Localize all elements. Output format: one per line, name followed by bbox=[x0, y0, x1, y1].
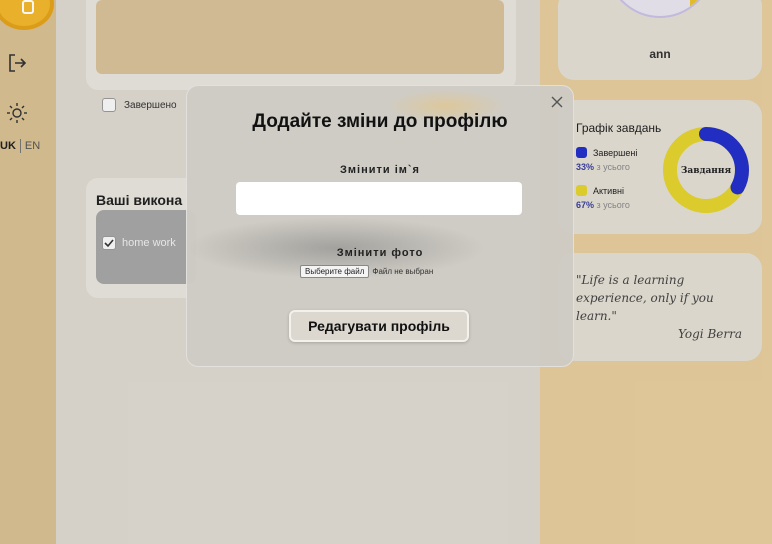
photo-label: Змінити фото bbox=[336, 247, 424, 259]
modal-title: Додайте зміни до профілю bbox=[252, 111, 508, 132]
name-label: Змінити ім`я bbox=[340, 164, 420, 176]
edit-profile-button[interactable]: Редагувати профіль bbox=[289, 310, 469, 342]
file-status: Файл не выбран bbox=[372, 267, 434, 276]
file-input[interactable]: Выберите файл Файл не выбран bbox=[300, 265, 433, 278]
close-icon[interactable] bbox=[548, 93, 566, 111]
choose-file-button[interactable]: Выберите файл bbox=[300, 265, 370, 278]
edit-profile-modal: Додайте зміни до профілю Змінити ім`я Зм… bbox=[186, 85, 574, 367]
name-input[interactable] bbox=[236, 182, 522, 215]
